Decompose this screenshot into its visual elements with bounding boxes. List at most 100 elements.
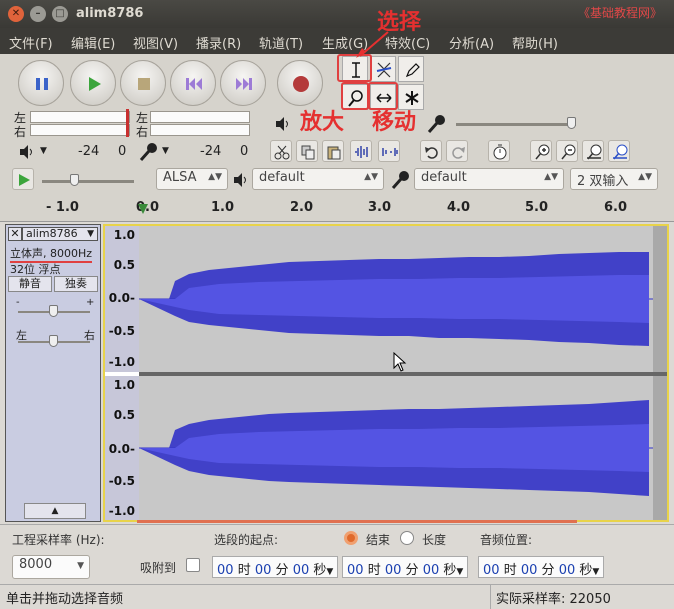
record-button[interactable] — [277, 60, 323, 106]
solo-button[interactable]: 独奏 — [54, 276, 98, 292]
zoom-in-button[interactable] — [530, 140, 552, 162]
speaker-icon-3 — [234, 173, 246, 187]
time-s-unit: 秒 — [313, 563, 327, 578]
output-device-select[interactable]: default ▲▼ — [252, 168, 384, 190]
audio-position-time[interactable]: 00 时 00 分 00 秒▼ — [478, 556, 604, 578]
menu-tracks[interactable]: 轨道(T) — [259, 33, 303, 52]
fit-selection-button[interactable] — [582, 140, 604, 162]
chevron-down-icon: ▼ — [456, 567, 464, 577]
audio-position-label: 音频位置: — [480, 533, 533, 547]
input-device-select[interactable]: default ▲▼ — [414, 168, 564, 190]
scale-tick: 1.0 — [113, 378, 135, 392]
draw-tool[interactable] — [398, 56, 424, 82]
fit-selection-icon — [587, 144, 602, 160]
maximize-window-icon[interactable]: □ — [52, 6, 68, 22]
output-device-value: default — [259, 170, 305, 185]
host-select[interactable]: ALSA ▲▼ — [156, 168, 228, 190]
envelope-icon — [376, 62, 392, 78]
zoom-out-button[interactable] — [556, 140, 578, 162]
playback-meter-left — [30, 111, 130, 123]
collapse-track-button[interactable]: ▲ — [24, 503, 86, 519]
menu-file[interactable]: 文件(F) — [9, 33, 53, 52]
record-volume-thumb[interactable] — [567, 117, 576, 129]
time-s-unit: 秒 — [443, 563, 457, 578]
project-rate-select[interactable]: 8000 ▼ — [12, 555, 90, 579]
silence-icon — [382, 148, 398, 156]
play-speed-thumb[interactable] — [70, 174, 79, 186]
chevron-down-icon: ▼ — [326, 567, 334, 577]
pause-button[interactable] — [18, 60, 64, 106]
skip-start-button[interactable] — [170, 60, 216, 106]
paste-icon — [327, 146, 341, 160]
cut-button[interactable] — [270, 140, 292, 162]
time-hours: 00 — [483, 563, 500, 578]
menu-edit[interactable]: 编辑(E) — [71, 33, 115, 52]
mute-button[interactable]: 静音 — [8, 276, 52, 292]
menu-bar: 文件(F) 编辑(E) 视图(V) 播录(R) 轨道(T) 生成(G) 特效(C… — [0, 28, 674, 54]
pan-slider-thumb[interactable] — [49, 335, 58, 347]
skip-start-icon — [186, 78, 202, 90]
select-annotation: 选择 — [377, 10, 422, 35]
timeline-ruler[interactable]: - 1.0 0.0 1.0 2.0 3.0 4.0 5.0 6.0 — [0, 196, 674, 222]
play-head-marker[interactable] — [138, 204, 148, 214]
waveform-channel-left[interactable] — [139, 226, 653, 372]
status-bar: 单击并拖动选择音频 实际采样率: 22050 — [0, 584, 674, 609]
track-control-panel: ✕ alim8786 ▼ 立体声, 8000Hz 32位 浮点 静音 独奏 - +… — [5, 224, 101, 522]
zoom-annotation: 放大 — [300, 110, 345, 135]
record-meter-left — [150, 111, 250, 123]
end-radio[interactable] — [344, 531, 358, 545]
track-close-button[interactable]: ✕ — [8, 227, 22, 241]
toolbar-area: 左 右 左 右 放大 移动 选择 ▼ -24 0 ▼ -24 0 ALSA ▲▼ … — [0, 10, 674, 196]
menu-transport[interactable]: 播录(R) — [196, 33, 241, 52]
title-bar: ✕ – □ alim8786 《基础教程网》 — [0, 0, 674, 28]
chevron-down-icon[interactable]: ▼ — [40, 146, 47, 156]
waveform-left — [139, 252, 653, 346]
track-name-menu[interactable]: alim8786 ▼ — [22, 227, 98, 241]
waveform-right — [139, 400, 653, 496]
chevron-down-icon-2[interactable]: ▼ — [162, 146, 169, 156]
time-m-unit: 分 — [275, 563, 289, 578]
redo-button[interactable] — [446, 140, 468, 162]
chevron-updown-icon: ▲▼ — [638, 172, 652, 182]
minimize-window-icon[interactable]: – — [30, 6, 46, 22]
trim-button[interactable] — [350, 140, 372, 162]
stop-button[interactable] — [120, 60, 166, 106]
play-at-speed-button[interactable] — [12, 168, 34, 190]
timer-button[interactable] — [488, 140, 510, 162]
track-waveform-area[interactable]: 1.0 0.5 0.0- -0.5 -1.0 1.0 0.5 0.0- -0.5… — [103, 224, 669, 522]
triangle-up-icon: ▲ — [51, 506, 59, 516]
record-icon — [293, 76, 309, 92]
menu-analyze[interactable]: 分析(A) — [449, 33, 494, 52]
selection-end-time[interactable]: 00 时 00 分 00 秒▼ — [342, 556, 468, 578]
undo-button[interactable] — [420, 140, 442, 162]
copy-button[interactable] — [296, 140, 318, 162]
channels-select[interactable]: 2 双输入 ▲▼ — [570, 168, 658, 190]
redo-icon — [452, 147, 465, 159]
record-volume-slider[interactable] — [456, 123, 576, 126]
chevron-updown-icon: ▲▼ — [544, 172, 558, 182]
ruler-tick: 5.0 — [525, 200, 549, 215]
scissors-icon — [274, 145, 290, 160]
paste-button[interactable] — [322, 140, 344, 162]
ruler-tick: 6.0 — [604, 200, 628, 215]
play-button[interactable] — [70, 60, 116, 106]
scale-tick: -1.0 — [108, 504, 135, 518]
vertical-scale-bottom: 1.0 0.5 0.0- -0.5 -1.0 — [105, 376, 139, 520]
skip-end-button[interactable] — [220, 60, 266, 106]
menu-help[interactable]: 帮助(H) — [512, 33, 558, 52]
menu-view[interactable]: 视图(V) — [133, 33, 178, 52]
pause-icon — [36, 78, 48, 90]
time-seconds: 00 — [292, 563, 310, 578]
timer-icon — [493, 144, 507, 160]
length-radio[interactable] — [400, 531, 414, 545]
play-speed-slider[interactable] — [42, 180, 134, 183]
snap-to-checkbox[interactable] — [186, 558, 200, 572]
scale-tick: 0.5 — [113, 408, 135, 422]
selection-start-time[interactable]: 00 时 00 分 00 秒▼ — [212, 556, 338, 578]
close-window-icon[interactable]: ✕ — [8, 6, 24, 22]
host-value: ALSA — [163, 170, 197, 185]
silence-button[interactable] — [378, 140, 400, 162]
fit-project-button[interactable] — [608, 140, 630, 162]
gain-slider-thumb[interactable] — [49, 305, 58, 317]
waveform-channel-right[interactable] — [139, 376, 653, 520]
